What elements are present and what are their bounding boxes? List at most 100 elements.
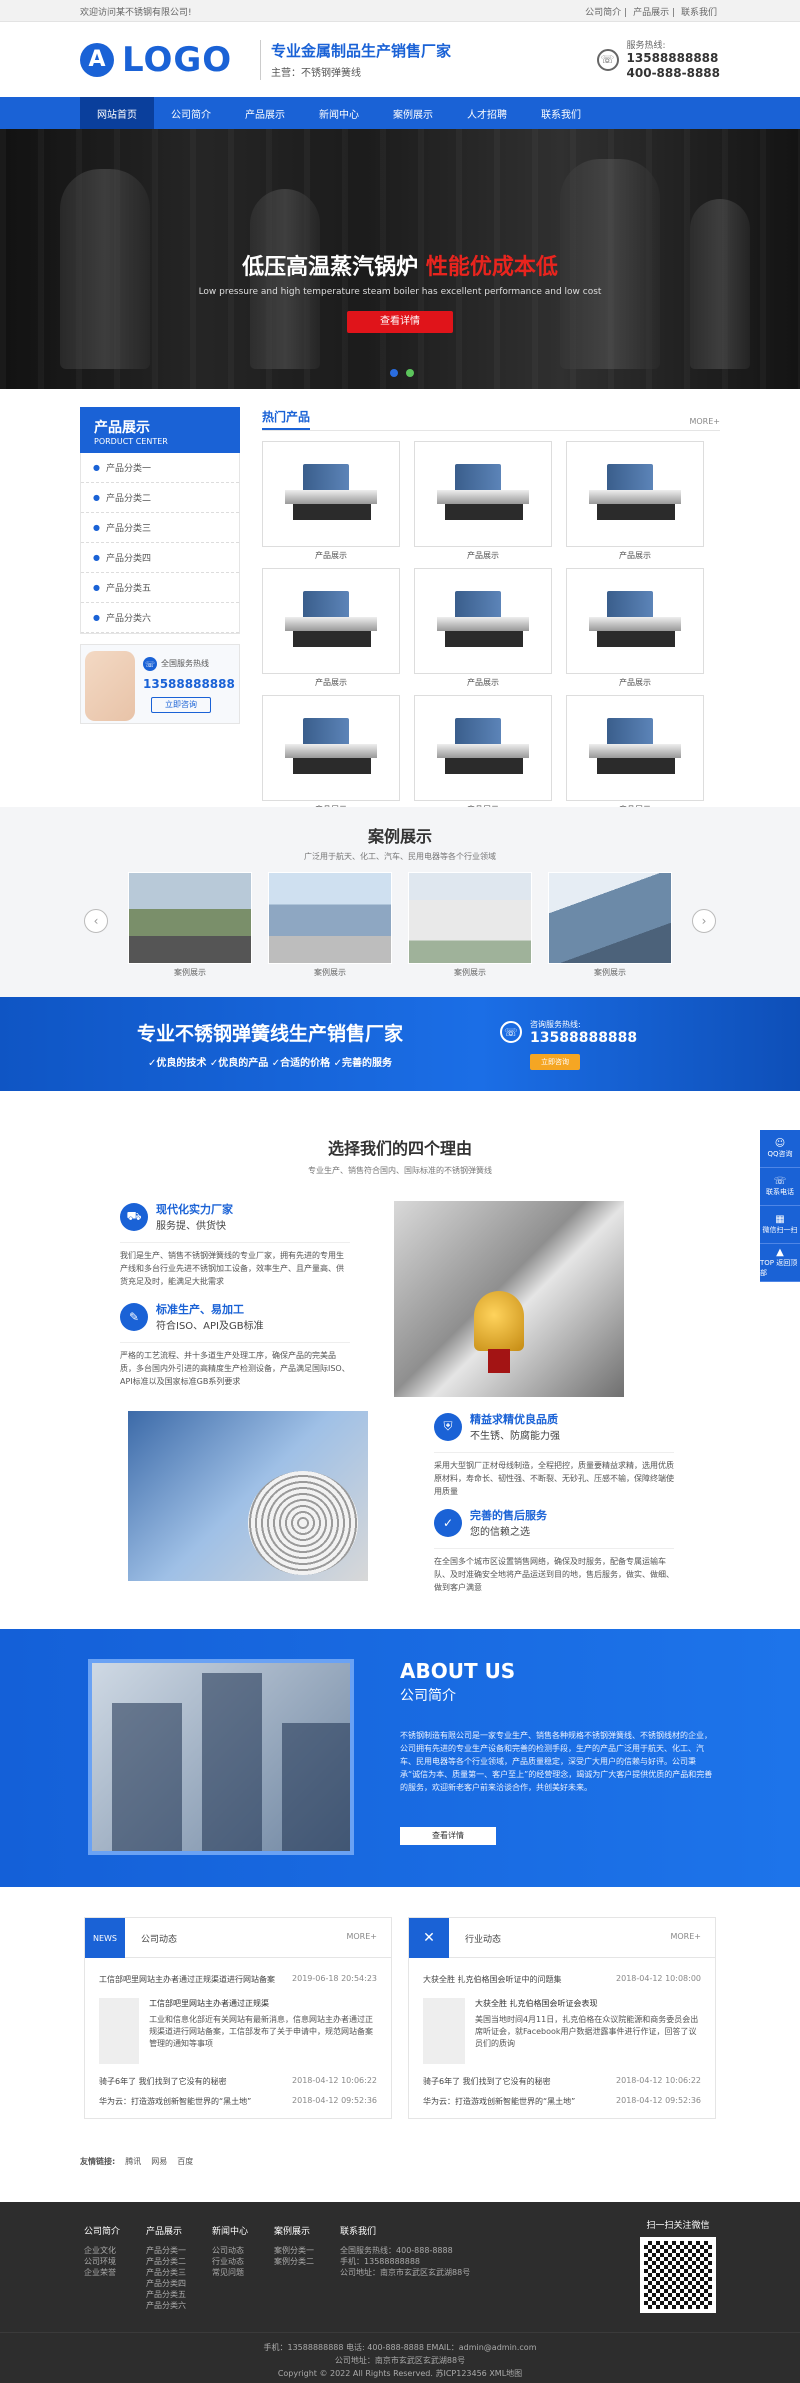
footer-link[interactable]: 产品分类四 <box>146 2278 186 2289</box>
site-logo[interactable]: A LOGO <box>80 40 260 80</box>
reason-subtitle: 服务提、供货快 <box>156 1221 226 1232</box>
friend-link[interactable]: 网易 <box>151 2156 167 2167</box>
banner-dot-2[interactable] <box>406 369 414 377</box>
reason-text: 严格的工艺流程、并十多道生产处理工序，确保产品的完美品质，多台国内外引进的高精度… <box>120 1342 350 1388</box>
sidebar-item-category-1[interactable]: ● 产品分类一 <box>81 453 239 483</box>
case-item[interactable]: 案例展示 <box>548 872 672 978</box>
footer-link[interactable]: 产品分类二 <box>146 2256 186 2267</box>
product-card[interactable]: 产品展示 <box>414 441 552 562</box>
sidebar-item-category-4[interactable]: ● 产品分类四 <box>81 543 239 573</box>
news-item[interactable]: 大获全胜 扎克伯格国会听证中的问题集 2018-04-12 10:08:00 <box>423 1974 701 1988</box>
nav-home[interactable]: 网站首页 <box>80 97 154 129</box>
hand-phone-image <box>85 651 135 721</box>
product-card[interactable]: 产品展示 <box>566 695 704 816</box>
top-link-contact[interactable]: 联系我们 <box>681 8 717 18</box>
product-card[interactable]: 产品展示 <box>414 568 552 689</box>
footer-link[interactable]: 企业荣誉 <box>84 2267 120 2278</box>
footer-link[interactable]: 全国服务热线：400-888-8888 <box>340 2245 540 2256</box>
cases-next-arrow-icon[interactable]: › <box>692 909 716 933</box>
cases-section: 案例展示 广泛用于航天、化工、汽车、民用电器等各个行业领域 ‹ › 案例展示 案… <box>0 807 800 997</box>
footer-link[interactable]: 公司地址：南京市玄武区玄武湖88号 <box>340 2267 540 2278</box>
banner-dot-1[interactable] <box>390 369 398 377</box>
sidebar-item-category-6[interactable]: ● 产品分类六 <box>81 603 239 633</box>
case-item[interactable]: 案例展示 <box>128 872 252 978</box>
product-card[interactable]: 产品展示 <box>566 568 704 689</box>
news-item[interactable]: 骑子6年了 我们找到了它没有的秘密 2018-04-12 10:06:22 <box>423 2076 701 2090</box>
float-top-button[interactable]: ▲ TOP 返回顶部 <box>760 1244 800 1282</box>
reasons-title: 选择我们的四个理由 <box>327 1139 472 1158</box>
footer-link[interactable]: 案例分类一 <box>274 2245 314 2256</box>
main-nav: 网站首页 公司简介 产品展示 新闻中心 案例展示 人才招聘 联系我们 <box>0 97 800 129</box>
top-link-about[interactable]: 公司简介 <box>585 8 621 18</box>
float-wechat-button[interactable]: ▦ 微信扫一扫 <box>760 1206 800 1244</box>
nav-jobs[interactable]: 人才招聘 <box>450 97 524 129</box>
product-image <box>414 441 552 547</box>
industry-news-more-link[interactable]: MORE+ <box>670 1932 701 1941</box>
news-item[interactable]: 骑子6年了 我们找到了它没有的秘密 2018-04-12 10:06:22 <box>99 2076 377 2090</box>
sidebar-title-en: PORDUCT CENTER <box>94 437 168 446</box>
product-card[interactable]: 产品展示 <box>262 695 400 816</box>
news-feature-image <box>99 1998 140 2064</box>
nav-contact[interactable]: 联系我们 <box>524 97 598 129</box>
about-details-button[interactable]: 查看详情 <box>400 1827 496 1845</box>
tools-icon: ✎ <box>120 1302 148 1331</box>
sidebar-consult-button[interactable]: 立即咨询 <box>151 697 211 713</box>
case-item[interactable]: 案例展示 <box>408 872 532 978</box>
news-item[interactable]: 华为云：打造游戏创新智能世界的“黑土地” 2018-04-12 09:52:36 <box>423 2096 701 2110</box>
reason-text: 采用大型钢厂正材母线制造，全程把控，质量要精益求精，选用优质原材料，寿命长、韧性… <box>434 1452 674 1498</box>
slogan-subtitle: 主营：不锈钢弹簧线 <box>271 68 361 79</box>
footer-link[interactable]: 行业动态 <box>212 2256 248 2267</box>
sidebar-item-category-2[interactable]: ● 产品分类二 <box>81 483 239 513</box>
footer-column-title: 案例展示 <box>274 2227 311 2237</box>
footer-link[interactable]: 产品分类六 <box>146 2300 186 2311</box>
product-card[interactable]: 产品展示 <box>566 441 704 562</box>
news-feature[interactable]: 工信部吧里网站主办者通过正规渠 工业和信息化部近有关网站有最新消息，信息网站主办… <box>99 1998 377 2068</box>
friend-link[interactable]: 腾讯 <box>125 2156 141 2167</box>
footer-column-title: 联系我们 <box>340 2227 377 2237</box>
sidebar-contact-label: 全国服务热线 <box>161 659 209 668</box>
arrow-icon: ● <box>93 463 100 472</box>
cases-prev-arrow-icon[interactable]: ‹ <box>84 909 108 933</box>
sidebar-item-category-5[interactable]: ● 产品分类五 <box>81 573 239 603</box>
product-card[interactable]: 产品展示 <box>262 441 400 562</box>
top-link-products[interactable]: 产品展示 <box>633 8 669 18</box>
promo-features: ✓优良的技术 ✓优良的产品 ✓合适的价格 ✓完善的服务 <box>148 1058 392 1069</box>
product-image <box>414 695 552 801</box>
footer-link[interactable]: 产品分类一 <box>146 2245 186 2256</box>
news-feature[interactable]: 大获全胜 扎克伯格国会听证会表现 美国当地时间4月11日，扎克伯格在众议院能源和… <box>423 1998 701 2068</box>
footer-link[interactable]: 公司环境 <box>84 2256 120 2267</box>
product-image <box>566 441 704 547</box>
footer-link[interactable]: 企业文化 <box>84 2245 120 2256</box>
footer-link[interactable]: 案例分类二 <box>274 2256 314 2267</box>
reason-title: 精益求精优良品质 <box>470 1413 558 1426</box>
case-item[interactable]: 案例展示 <box>268 872 392 978</box>
footer-link[interactable]: 常见问题 <box>212 2267 248 2278</box>
float-qq-button[interactable]: ☺ QQ咨询 <box>760 1130 800 1168</box>
product-card[interactable]: 产品展示 <box>262 568 400 689</box>
footer-link[interactable]: 手机：13588888888 <box>340 2256 540 2267</box>
nav-news[interactable]: 新闻中心 <box>302 97 376 129</box>
friend-link[interactable]: 百度 <box>177 2156 193 2167</box>
footer-columns: 公司简介 企业文化 公司环境 企业荣誉 产品展示 产品分类一 产品分类二 产品分类三 产品分类四… <box>84 2224 540 2311</box>
news-item[interactable]: 华为云：打造游戏创新智能世界的“黑土地” 2018-04-12 09:52:36 <box>99 2096 377 2110</box>
company-news-more-link[interactable]: MORE+ <box>346 1932 377 1941</box>
footer-column: 案例展示案例分类一 案例分类二 <box>274 2224 314 2311</box>
footer-link[interactable]: 公司动态 <box>212 2245 248 2256</box>
footer-link[interactable]: 产品分类五 <box>146 2289 186 2300</box>
sidebar-item-category-3[interactable]: ● 产品分类三 <box>81 513 239 543</box>
float-phone-button[interactable]: ☏ 联系电话 <box>760 1168 800 1206</box>
news-item[interactable]: 工信部吧里网站主办者通过正规渠道进行网站备案 2019-06-18 20:54:… <box>99 1974 377 1988</box>
hot-products-more-link[interactable]: MORE+ <box>689 417 720 430</box>
welcome-text: 欢迎访问某不锈钢有限公司! <box>80 7 192 18</box>
nav-cases[interactable]: 案例展示 <box>376 97 450 129</box>
qq-icon: ☺ <box>774 1138 786 1149</box>
banner-details-button[interactable]: 查看详情 <box>347 311 453 333</box>
promo-consult-button[interactable]: 立即咨询 <box>530 1053 580 1070</box>
footer-link[interactable]: 产品分类三 <box>146 2267 186 2278</box>
qr-icon: ▦ <box>775 1214 785 1225</box>
nav-products[interactable]: 产品展示 <box>228 97 302 129</box>
nav-about[interactable]: 公司简介 <box>154 97 228 129</box>
product-caption: 产品展示 <box>619 678 651 687</box>
phone-icon: ☏ <box>500 1021 522 1043</box>
product-card[interactable]: 产品展示 <box>414 695 552 816</box>
